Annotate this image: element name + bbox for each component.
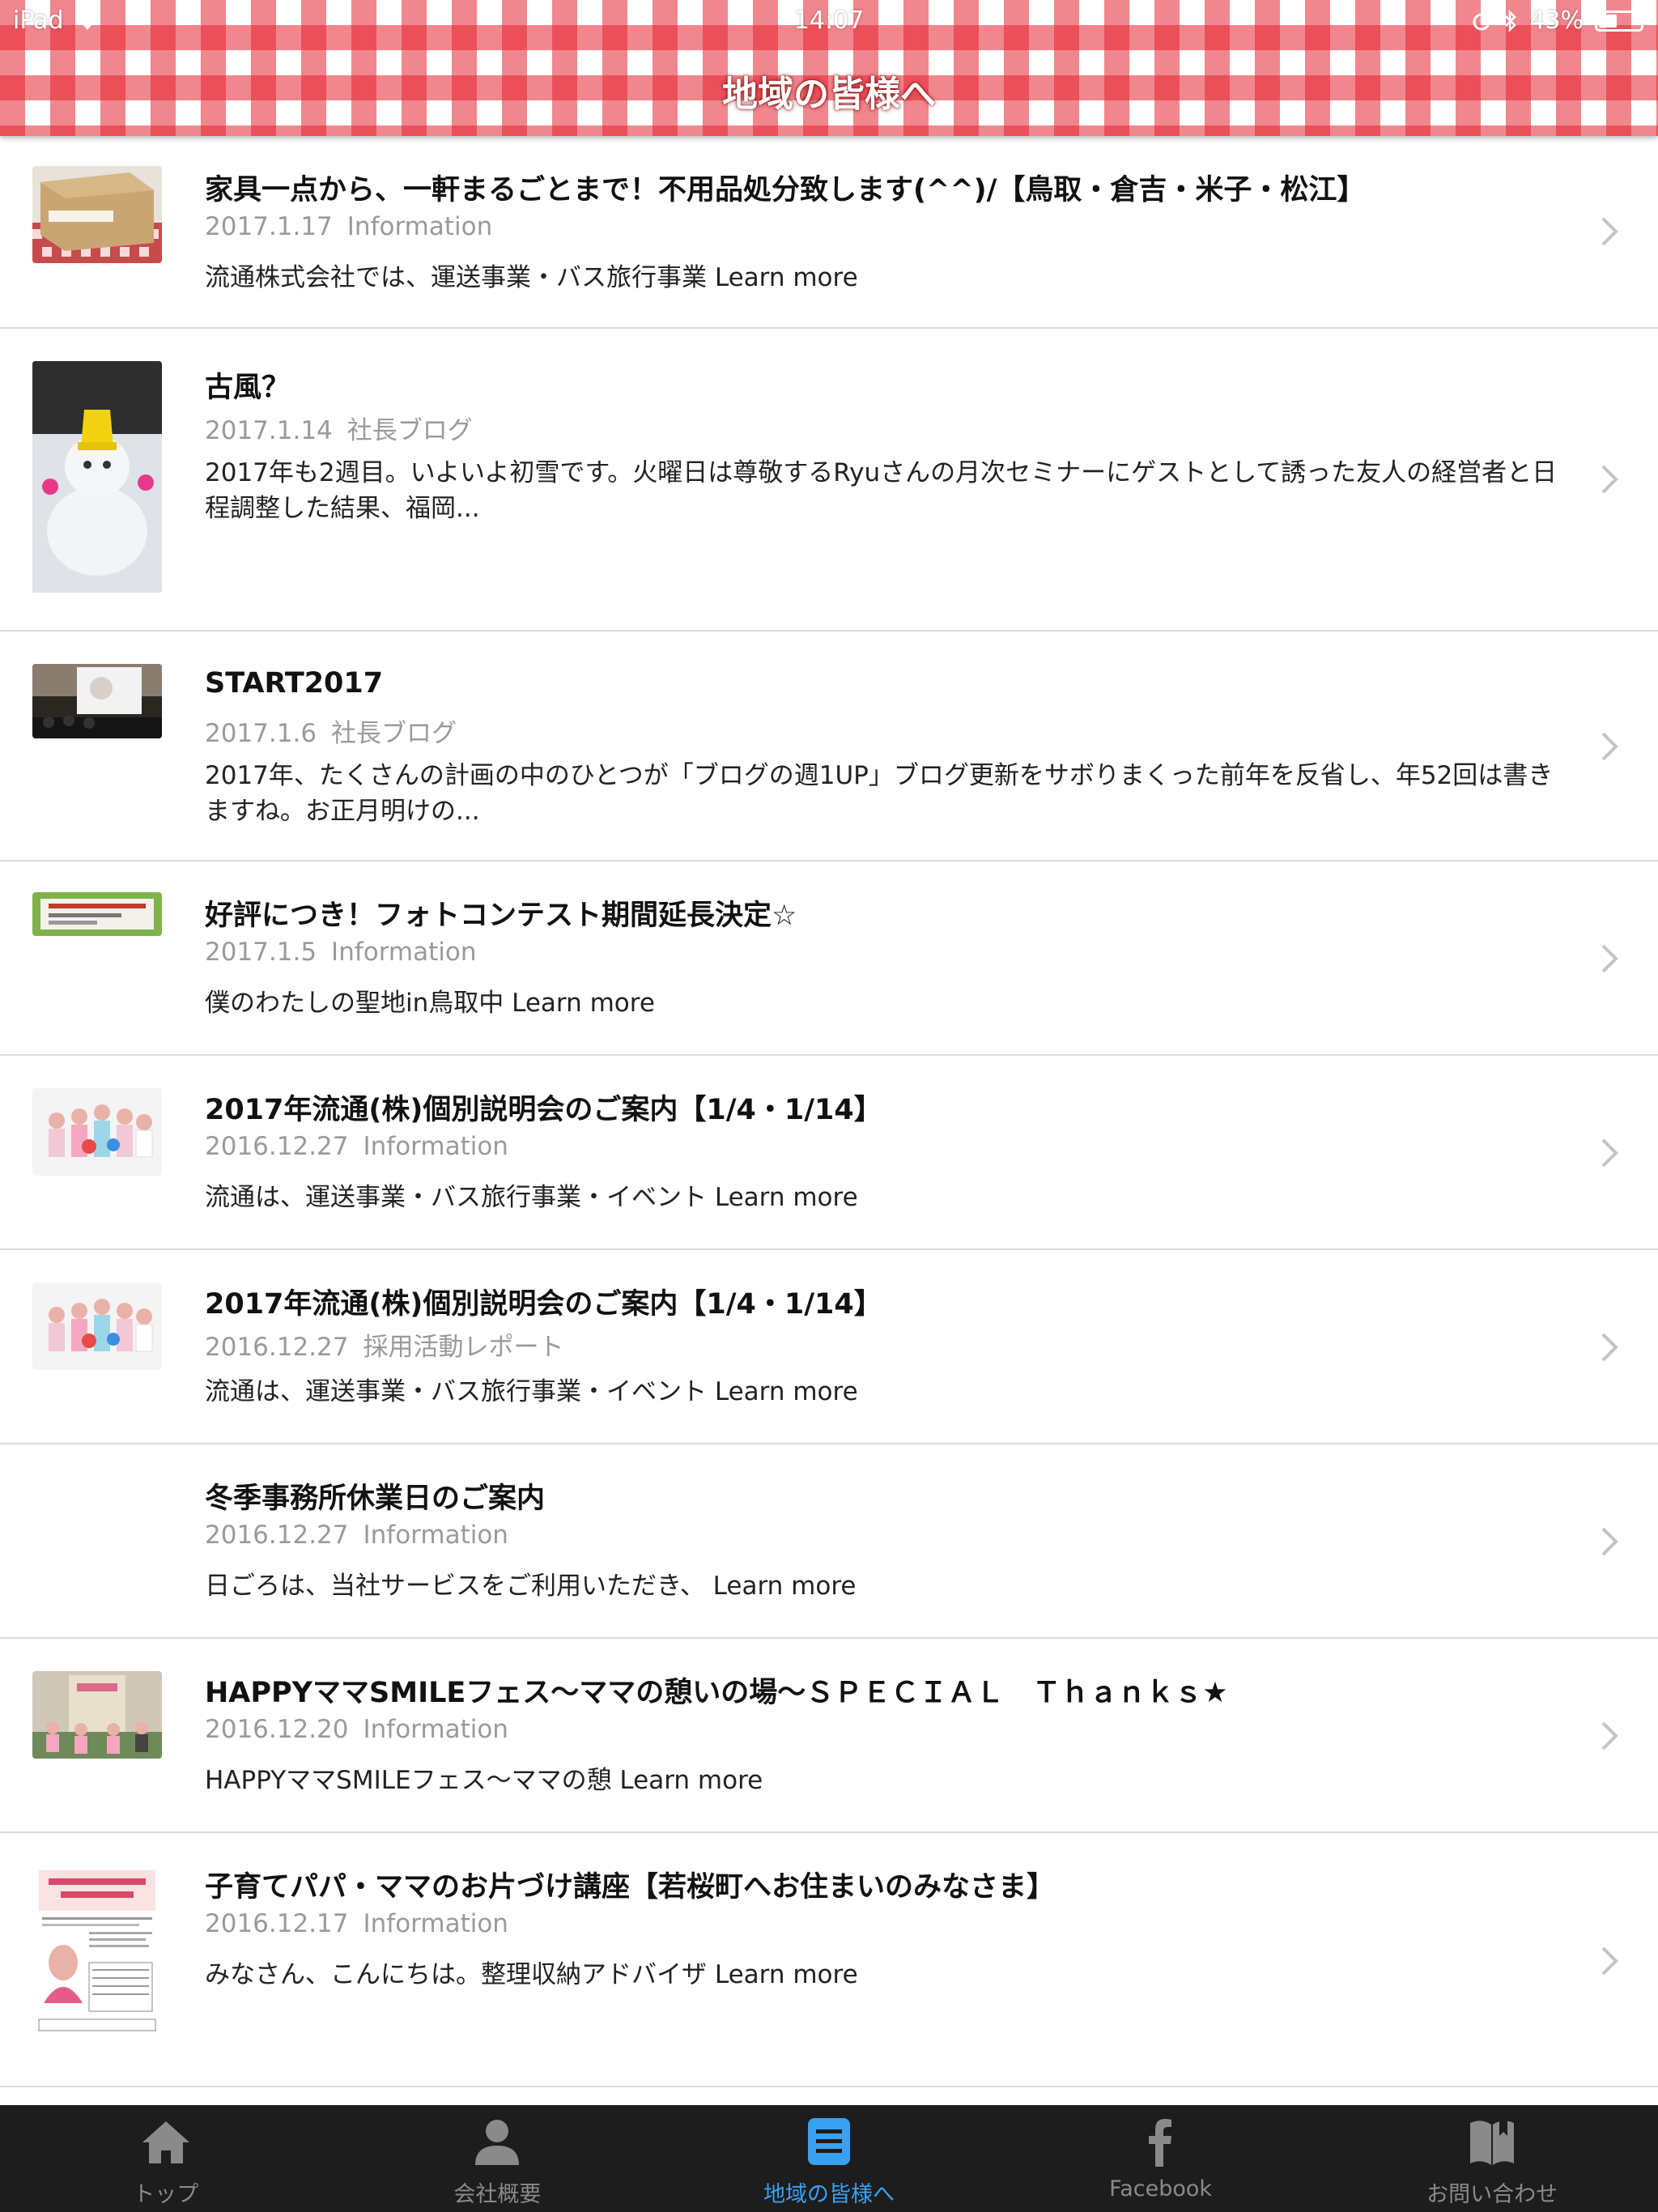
- article-meta: 2017.1.17 Information: [205, 212, 492, 241]
- tab-label: トップ: [133, 2182, 199, 2207]
- tab-company[interactable]: 会社概要: [332, 2105, 664, 2212]
- article-date: 2017.1.6: [205, 719, 317, 748]
- article-meta: 2016.12.20 Information: [205, 1715, 508, 1744]
- tab-label: 会社概要: [453, 2182, 542, 2207]
- article-thumbnail: [32, 1088, 162, 1176]
- person-icon: [475, 2120, 520, 2165]
- chevron-right-icon: [1601, 944, 1618, 973]
- article-category: 採用活動レポート: [363, 1333, 564, 1362]
- page-title: 地域の皆様へ: [722, 74, 936, 115]
- article-category: Information: [363, 1132, 508, 1161]
- article-meta: 2016.12.27 Information: [205, 1132, 508, 1161]
- article-meta: 2016.12.27 Information: [205, 1521, 508, 1550]
- article-title: 2017年流通(株)個別説明会のご案内【1/4・1/14】: [205, 1094, 882, 1126]
- home-icon: [142, 2121, 189, 2163]
- list-item[interactable]: 子育てパパ・ママのお片づけ講座【若桜町へお住まいのみなさま】 2016.12.1…: [0, 1833, 1658, 2087]
- chevron-right-icon: [1601, 1946, 1618, 1976]
- article-title: HAPPYママSMILEフェス〜ママの憩いの場〜ＳＰＥＣＩＡＬ Ｔｈａｎｋｓ★: [205, 1677, 1228, 1709]
- header-bar: iPad 14:07 43% 地域の皆様へ: [0, 0, 1658, 136]
- list-item[interactable]: 古風？ 2017.1.14 社長ブログ 2017年も2週目。いよいよ初雪です。火曜…: [0, 329, 1658, 632]
- list-item[interactable]: 冬季事務所休業日のご案内 2016.12.27 Information 日ごろは、…: [0, 1444, 1658, 1639]
- article-category: Information: [346, 212, 493, 241]
- chevron-right-icon: [1601, 465, 1618, 494]
- article-meta: 2016.12.17 Information: [205, 1909, 508, 1938]
- article-category: 社長ブログ: [346, 416, 473, 445]
- tab-label: お問い合わせ: [1426, 2182, 1558, 2207]
- article-meta: 2016.12.27 採用活動レポート: [205, 1326, 564, 1363]
- article-excerpt: 僕のわたしの聖地in鳥取中 Learn more: [205, 989, 655, 1018]
- article-title: 家具一点から、一軒まるごとまで！不用品処分致します(^^)/【鳥取・倉吉・米子・…: [205, 174, 1366, 206]
- tab-bar: トップ 会社概要 地域の皆様へ Facebook お問い合わせ: [0, 2105, 1658, 2212]
- facebook-icon: [1148, 2119, 1171, 2167]
- list-item[interactable]: 好評につき！フォトコンテスト期間延長決定☆ 2017.1.5 Informatio…: [0, 861, 1658, 1056]
- chevron-right-icon: [1601, 1721, 1618, 1750]
- article-date: 2016.12.17: [205, 1909, 349, 1938]
- article-date: 2016.12.27: [205, 1333, 349, 1362]
- list-item[interactable]: 家具一点から、一軒まるごとまで！不用品処分致します(^^)/【鳥取・倉吉・米子・…: [0, 136, 1658, 329]
- battery-icon: [1595, 10, 1647, 32]
- article-date: 2017.1.5: [205, 938, 317, 967]
- chevron-right-icon: [1601, 732, 1618, 761]
- article-meta: 2017.1.5 Information: [205, 938, 477, 967]
- article-category: Information: [363, 1521, 508, 1550]
- book-icon: [1470, 2120, 1515, 2165]
- article-thumbnail: [32, 892, 162, 936]
- article-excerpt: 日ごろは、当社サービスをご利用いただき、 Learn more: [205, 1572, 857, 1601]
- article-excerpt: 流通は、運送事業・バス旅行事業・イベント Learn more: [205, 1183, 858, 1212]
- list-item[interactable]: 2017年流通(株)個別説明会のご案内【1/4・1/14】 2016.12.27…: [0, 1250, 1658, 1444]
- article-meta: 2017.1.14 社長ブログ: [205, 410, 473, 446]
- chevron-right-icon: [1601, 1138, 1618, 1168]
- list-item[interactable]: HAPPYママSMILEフェス〜ママの憩いの場〜ＳＰＥＣＩＡＬ Ｔｈａｎｋｓ★ …: [0, 1639, 1658, 1833]
- article-excerpt: みなさん、こんにちは。整理収納アドバイザ Learn more: [205, 1960, 858, 1989]
- battery-percent: 43%: [1529, 6, 1584, 35]
- list-item[interactable]: 2017年流通(株)個別説明会のご案内【1/4・1/14】 2016.12.27…: [0, 1056, 1658, 1250]
- article-category: Information: [331, 938, 477, 967]
- article-date: 2017.1.14: [205, 416, 333, 445]
- tab-contact[interactable]: お問い合わせ: [1326, 2105, 1658, 2212]
- article-thumbnail: [32, 664, 162, 738]
- article-thumbnail: [32, 1865, 162, 2037]
- article-meta: 2017.1.6 社長ブログ: [205, 713, 457, 749]
- article-thumbnail: [32, 1671, 162, 1759]
- article-title: 好評につき！フォトコンテスト期間延長決定☆: [205, 900, 797, 932]
- document-icon: [807, 2118, 850, 2165]
- article-thumbnail: [32, 166, 162, 263]
- alarm-icon: [1473, 13, 1490, 30]
- battery-fill: [1599, 14, 1617, 28]
- article-title: 冬季事務所休業日のご案内: [205, 1482, 546, 1515]
- article-excerpt: 流通は、運送事業・バス旅行事業・イベント Learn more: [205, 1377, 858, 1406]
- article-title: 古風？: [205, 372, 291, 404]
- tab-top[interactable]: トップ: [0, 2105, 332, 2212]
- tab-label: Facebook: [1109, 2176, 1213, 2201]
- bluetooth-icon: [1505, 9, 1517, 32]
- article-date: 2016.12.20: [205, 1715, 349, 1744]
- article-title: 子育てパパ・ママのお片づけ講座【若桜町へお住まいのみなさま】: [205, 1871, 1056, 1904]
- chevron-right-icon: [1601, 1527, 1618, 1556]
- article-title: 2017年流通(株)個別説明会のご案内【1/4・1/14】: [205, 1288, 882, 1321]
- article-thumbnail: [32, 361, 162, 593]
- chevron-right-icon: [1601, 217, 1618, 246]
- tab-facebook[interactable]: Facebook: [995, 2105, 1327, 2212]
- tab-label: 地域の皆様へ: [763, 2182, 895, 2207]
- article-date: 2016.12.27: [205, 1132, 349, 1161]
- article-date: 2016.12.27: [205, 1521, 349, 1550]
- article-thumbnail: [32, 1283, 162, 1370]
- status-time: 14:07: [793, 6, 865, 35]
- article-excerpt: 流通株式会社では、運送事業・バス旅行事業 Learn more: [205, 263, 858, 292]
- article-category: Information: [363, 1715, 508, 1744]
- status-right: 43%: [1471, 6, 1647, 35]
- tab-community[interactable]: 地域の皆様へ: [663, 2105, 995, 2212]
- chevron-right-icon: [1601, 1333, 1618, 1362]
- article-excerpt: 2017年も2週目。いよいよ初雪です。火曜日は尊敬するRyuさんの月次セミナーに…: [205, 458, 1558, 523]
- article-excerpt: 2017年、たくさんの計画の中のひとつが「ブログの週1UP」ブログ更新をサボりま…: [205, 761, 1554, 826]
- article-category: Information: [363, 1909, 508, 1938]
- article-category: 社長ブログ: [331, 719, 457, 748]
- article-title: START2017: [205, 667, 384, 700]
- list-item[interactable]: START2017 2017.1.6 社長ブログ 2017年、たくさんの計画の中の…: [0, 632, 1658, 861]
- article-list: 家具一点から、一軒まるごとまで！不用品処分致します(^^)/【鳥取・倉吉・米子・…: [0, 136, 1658, 2087]
- article-excerpt: HAPPYママSMILEフェス〜ママの憩 Learn more: [205, 1766, 763, 1795]
- article-date: 2017.1.17: [205, 212, 333, 241]
